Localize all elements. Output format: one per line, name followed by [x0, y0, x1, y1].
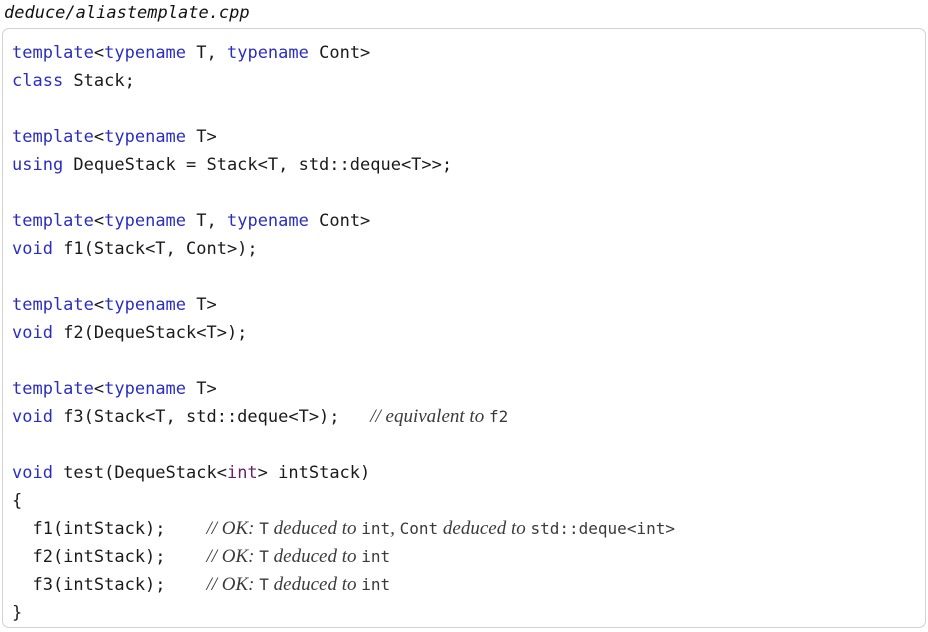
- code-text: f2(DequeStack<T>);: [52, 323, 248, 343]
- code-text: f2(intStack);: [12, 547, 207, 567]
- keyword: typename: [226, 43, 309, 63]
- code-line-19: f2(intStack); // OK: T deduced to int: [12, 543, 921, 571]
- code-comment: // OK: T deduced to int: [206, 546, 390, 567]
- code-text: <: [93, 211, 105, 231]
- code-block: template<typename T, typename Cont> clas…: [12, 39, 921, 627]
- code-line-1: template<typename T, typename Cont>: [12, 39, 921, 67]
- code-listing: template<typename T, typename Cont> clas…: [2, 28, 926, 628]
- comment-text: // OK:: [206, 518, 260, 539]
- keyword: template: [12, 295, 94, 315]
- comment-text: deduced to: [438, 518, 531, 539]
- code-line-8: void f1(Stack<T, Cont>);: [12, 235, 921, 263]
- code-text: <: [93, 127, 105, 147]
- comment-code: int: [361, 575, 391, 594]
- code-line-2: class Stack;: [12, 67, 921, 95]
- code-line-4: template<typename T>: [12, 123, 921, 151]
- code-line-7: template<typename T, typename Cont>: [12, 207, 921, 235]
- comment-code: f2: [488, 407, 509, 426]
- code-line-18: f1(intStack); // OK: T deduced to int, C…: [12, 515, 921, 543]
- code-text: <: [93, 379, 105, 399]
- code-text: f1(Stack<T, Cont>);: [52, 239, 258, 259]
- keyword: typename: [104, 43, 187, 63]
- keyword: typename: [104, 379, 187, 399]
- keyword: class: [12, 71, 64, 91]
- code-text: <: [93, 295, 105, 315]
- code-text: f3(intStack);: [12, 575, 207, 595]
- keyword: template: [12, 211, 94, 231]
- code-text: T>: [186, 127, 217, 147]
- code-text: }: [12, 603, 23, 623]
- comment-text: deduced to: [268, 574, 362, 595]
- comment-text: // OK:: [206, 546, 260, 567]
- file-name-caption: deduce/aliastemplate.cpp: [4, 3, 250, 23]
- comment-code: T: [259, 519, 269, 538]
- keyword: using: [12, 155, 64, 175]
- comment-code: int: [361, 547, 391, 566]
- code-text: {: [12, 491, 23, 511]
- comment-code: T: [259, 575, 269, 594]
- keyword: template: [12, 379, 94, 399]
- code-line-14: void f3(Stack<T, std::deque<T>); // equi…: [12, 403, 921, 431]
- comment-code: int: [361, 519, 391, 538]
- code-text: T>: [186, 379, 217, 399]
- code-text: T,: [186, 211, 227, 231]
- comment-text: deduced to: [268, 518, 362, 539]
- code-line-21: }: [12, 599, 921, 627]
- comment-code: T: [259, 547, 269, 566]
- comment-code: Cont: [399, 519, 439, 538]
- comment-text: // OK:: [206, 574, 260, 595]
- comment-text: // equivalent to: [370, 406, 489, 427]
- code-comment: // OK: T deduced to int: [206, 574, 390, 595]
- comment-text: ,: [390, 518, 400, 539]
- code-line-13: template<typename T>: [12, 375, 921, 403]
- keyword: typename: [226, 211, 309, 231]
- type-keyword: int: [226, 463, 258, 483]
- code-text: <: [93, 43, 105, 63]
- code-line-11: void f2(DequeStack<T>);: [12, 319, 921, 347]
- code-comment: // OK: T deduced to int, Cont deduced to…: [206, 518, 675, 539]
- keyword: void: [12, 407, 53, 427]
- keyword: void: [12, 239, 53, 259]
- code-line-17: {: [12, 487, 921, 515]
- code-text: f1(intStack);: [12, 519, 207, 539]
- comment-code: std::deque<int>: [530, 519, 675, 538]
- keyword: template: [12, 127, 94, 147]
- code-text: DequeStack = Stack<T, std::deque<T>>;: [63, 155, 453, 175]
- keyword: template: [12, 43, 94, 63]
- code-line-5: using DequeStack = Stack<T, std::deque<T…: [12, 151, 921, 179]
- code-text: f3(Stack<T, std::deque<T>);: [52, 407, 371, 427]
- code-line-10: template<typename T>: [12, 291, 921, 319]
- code-comment: // equivalent to f2: [370, 406, 508, 427]
- code-text: > intStack): [257, 463, 371, 483]
- keyword: void: [12, 323, 53, 343]
- code-text: Cont>: [308, 211, 371, 231]
- keyword: void: [12, 463, 53, 483]
- code-text: test(DequeStack<: [52, 463, 227, 483]
- keyword: typename: [104, 127, 187, 147]
- code-text: T>: [186, 295, 217, 315]
- keyword: typename: [104, 211, 187, 231]
- code-text: Cont>: [308, 43, 371, 63]
- keyword: typename: [104, 295, 187, 315]
- comment-text: deduced to: [268, 546, 362, 567]
- code-line-16: void test(DequeStack<int> intStack): [12, 459, 921, 487]
- code-line-20: f3(intStack); // OK: T deduced to int: [12, 571, 921, 599]
- code-text: Stack;: [63, 71, 135, 91]
- code-text: T,: [186, 43, 227, 63]
